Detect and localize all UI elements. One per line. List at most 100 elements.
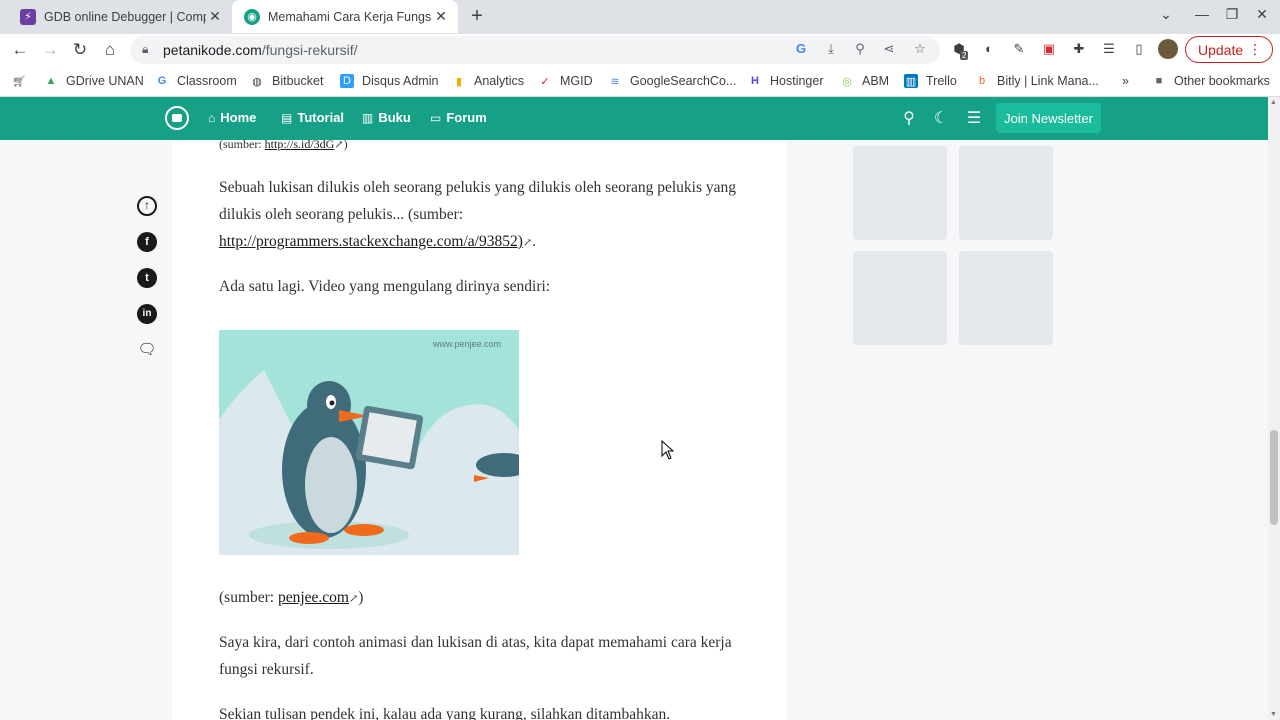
abm-icon: ◎ [842,75,852,88]
globe-icon: ◍ [252,75,262,88]
address-bar[interactable]: 🔒︎ petanikode.com/fungsi-rekursif/ G ⤓ ⚲… [130,36,940,64]
petanikode-logo[interactable] [165,106,189,130]
home-button[interactable]: ⌂ [99,39,121,61]
paragraph-painting: Sebuah lukisan dilukis oleh seorang pelu… [219,179,737,250]
nav-forum[interactable]: ▭ Forum [430,110,487,125]
tab-gdb-debugger[interactable]: ⚡ GDB online Debugger | Compiler ✕ [8,0,232,33]
bookmarks-bar: 🛒︎ ▲ GDrive UNAN G Classroom ◍ Bitbucket DD… [0,66,1280,97]
side-panel-icon[interactable]: ▯ [1130,41,1148,59]
folder-icon: ■ [1155,75,1163,87]
bookmark-abm[interactable]: ◎ ABM [840,72,889,90]
twitter-share-icon[interactable]: t [137,268,157,288]
external-link-icon: ↗ [522,237,533,249]
penjee-link[interactable]: penjee.com [278,589,349,606]
tab-search-chevron-icon[interactable]: ⌄ [1156,6,1176,23]
gdb-favicon-icon: ⚡ [20,8,36,25]
ad-placeholder [959,251,1053,345]
tab-strip: ⚡ GDB online Debugger | Compiler ✕ ◉ Mem… [0,0,1280,34]
update-button[interactable]: Update ⋮ [1185,36,1273,63]
bookmark-search-console[interactable]: ≋ GoogleSearchCo... [608,72,736,90]
bookmarks-overflow-button[interactable]: » [1122,72,1129,90]
analytics-icon: ▮ [455,75,463,88]
nav-buku[interactable]: ▥ Buku [362,110,411,125]
shopping-cart-icon[interactable]: 🛒︎ [12,72,34,90]
bookmark-disqus[interactable]: D Disqus Admin [340,72,438,90]
scrollbar-thumb[interactable] [1270,430,1278,525]
other-bookmarks[interactable]: ■ Other bookmarks [1152,72,1270,90]
close-window-icon[interactable]: ✕ [1252,6,1272,23]
scroll-up-arrow-icon[interactable]: ▲ [1270,99,1277,106]
tab-fungsi-rekursif[interactable]: ◉ Memahami Cara Kerja Fungsi Rekursif ✕ [232,0,458,33]
browser-toolbar: ← → ↻ ⌂ 🔒︎ petanikode.com/fungsi-rekursi… [0,34,1280,66]
home-icon: ⌂ [208,110,216,125]
paragraph-conclusion: Saya kira, dari contoh animasi dan lukis… [219,634,732,678]
external-link-icon: ↗ [334,140,344,151]
close-tab-icon[interactable]: ✕ [206,8,224,25]
stackexchange-link[interactable]: http://programmers.stackexchange.com/a/9… [219,233,523,250]
book-icon: ▥ [362,110,374,125]
forward-button[interactable]: → [39,39,61,61]
share-icon[interactable]: ⋖ [880,41,898,59]
install-app-icon[interactable]: ⤓ [822,41,840,59]
bookmark-classroom[interactable]: G Classroom [155,72,237,90]
scroll-down-arrow-icon[interactable]: ▼ [1270,711,1277,718]
petanikode-favicon-icon: ◉ [244,8,260,25]
dark-mode-extension-icon[interactable]: ◐ [980,41,998,59]
bookmark-gdrive[interactable]: ▲ GDrive UNAN [44,72,144,90]
bookmark-bitly[interactable]: b Bitly | Link Mana... [975,72,1099,90]
disqus-icon: D [340,74,354,88]
tab-title: GDB online Debugger | Compiler [44,9,206,24]
join-newsletter-button[interactable]: Join Newsletter [996,103,1101,133]
drive-icon: ▲ [45,75,57,87]
bookmark-hostinger[interactable]: H Hostinger [748,72,823,90]
scroll-to-top-icon[interactable]: ↑ [137,196,157,216]
bookmark-star-icon[interactable]: ☆ [911,41,929,59]
facebook-share-icon[interactable]: f [137,232,157,252]
comments-icon[interactable]: 🗨︎ [137,340,157,360]
ad-placeholder [959,146,1053,240]
extensions-puzzle-icon[interactable]: ✚ [1070,41,1088,59]
search-icon[interactable]: ⚲ [900,108,918,127]
page-content: ↑ f t in 🗨︎ (sumber: http://s.id/3dG↗) S… [0,140,1268,720]
restore-icon[interactable]: ❐ [1222,6,1242,23]
hostinger-icon: H [751,75,759,87]
google-icon: G [157,75,167,87]
close-tab-icon[interactable]: ✕ [432,8,450,25]
bookmark-bitbucket[interactable]: ◍ Bitbucket [250,72,323,90]
reading-list-icon[interactable]: ☰ [1100,41,1118,59]
reload-button[interactable]: ↻ [69,39,91,61]
bookmark-analytics[interactable]: ▮ Analytics [452,72,524,90]
mgid-icon: ✓ [540,75,550,88]
url-text: petanikode.com/fungsi-rekursif/ [163,42,358,58]
nav-tutorial[interactable]: ▤ Tutorial [281,110,344,125]
page-scrollbar[interactable]: ▲ ▼ [1268,97,1280,720]
menu-dots-icon: ⋮ [1248,41,1262,57]
theme-toggle-icon[interactable]: ☾ [932,108,950,127]
menu-icon[interactable]: ☰ [965,108,983,127]
extension-badge: 2 [960,51,969,60]
paragraph-video: Ada satu lagi. Video yang mengulang diri… [219,278,551,295]
color-picker-extension-icon[interactable]: ✎ [1010,41,1028,59]
linkedin-share-icon[interactable]: in [137,304,157,324]
source-top-link[interactable]: http://s.id/3dG [265,140,335,151]
google-lens-icon[interactable]: G [792,41,810,59]
back-button[interactable]: ← [9,39,31,61]
profile-avatar[interactable] [1158,39,1178,59]
bitly-icon: b [978,75,986,87]
source-penjee: (sumber: penjee.com↗) [219,589,364,606]
zoom-icon[interactable]: ⚲ [851,41,869,59]
bookmark-trello[interactable]: ▥ Trello [904,72,957,90]
nav-home[interactable]: ⌂ Home [208,110,256,125]
ad-placeholder [853,251,947,345]
source-top: (sumber: http://s.id/3dG↗) [219,140,739,152]
minimize-icon[interactable]: — [1192,6,1212,22]
mouse-cursor-icon [661,440,675,460]
lock-icon: 🔒︎ [142,42,149,56]
ad-placeholder [853,146,947,240]
external-link-icon: ↗ [349,593,359,605]
bookmark-mgid[interactable]: ✓ MGID [538,72,592,90]
article-body: (sumber: http://s.id/3dG↗) Sebuah lukisa… [172,140,787,720]
new-tab-button[interactable]: + [466,5,488,27]
sidebar-ad-area [787,140,1268,720]
red-extension-icon[interactable]: ▣ [1040,41,1058,59]
